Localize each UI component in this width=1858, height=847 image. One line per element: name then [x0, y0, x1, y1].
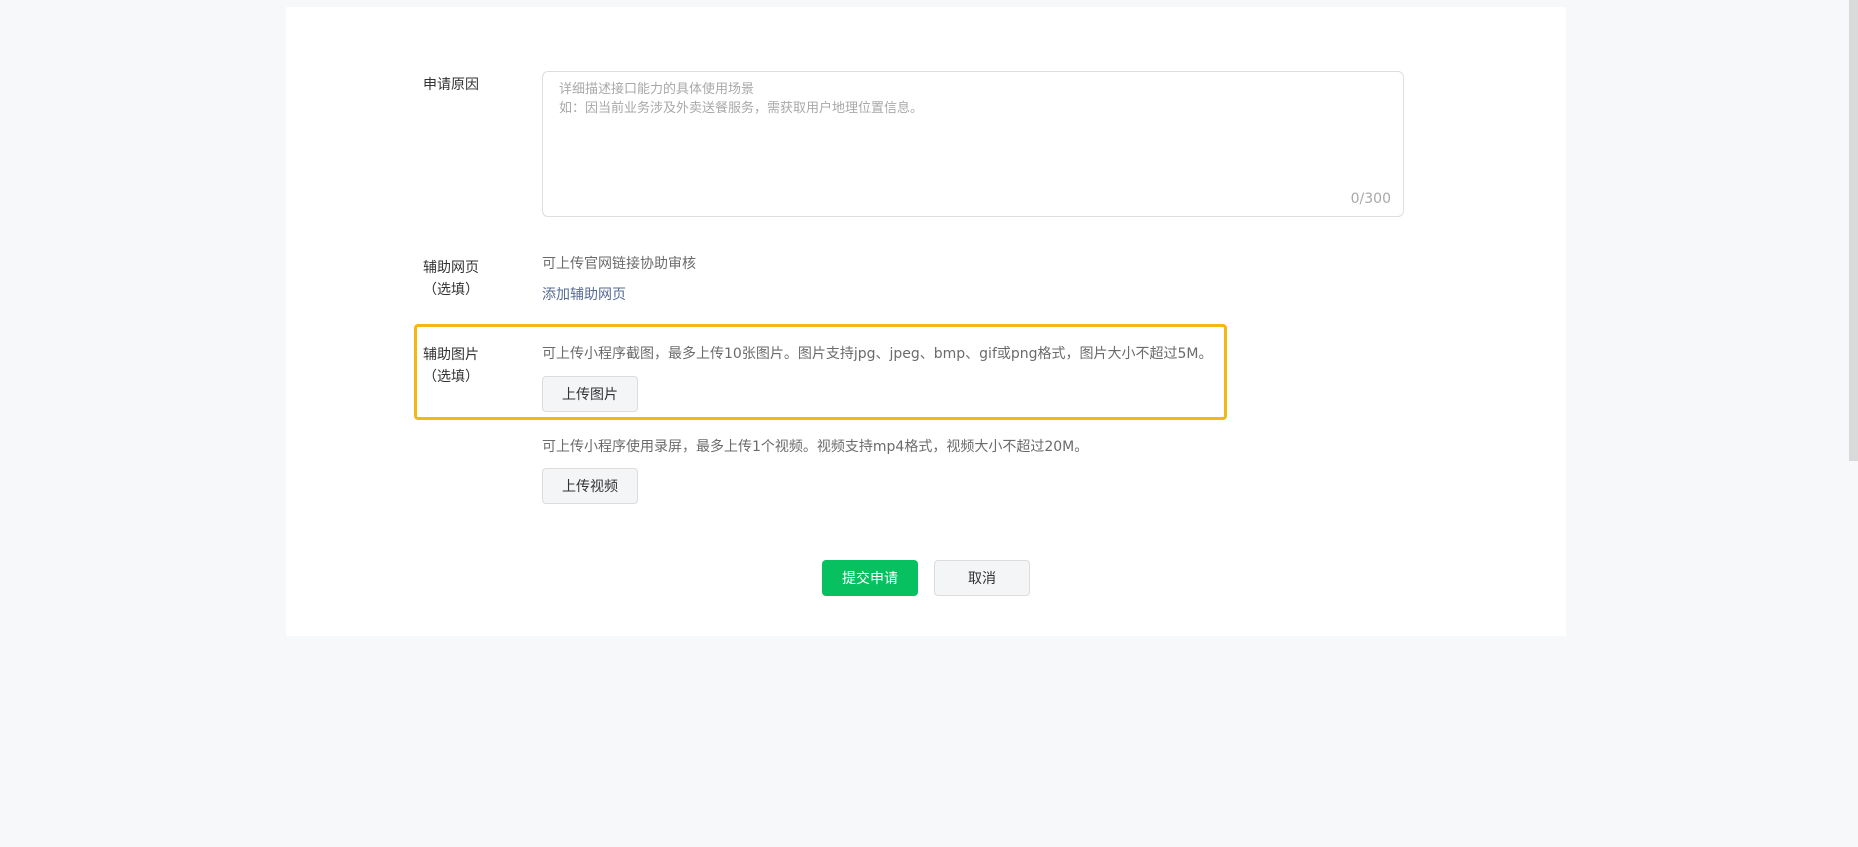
reason-label-text: 申请原因 [423, 77, 479, 93]
highlight-box [414, 324, 1227, 420]
reason-placeholder-line2: 如：因当前业务涉及外卖送餐服务，需获取用户地理位置信息。 [559, 101, 924, 116]
webpage-label-text: 辅助网页 [423, 260, 479, 276]
upload-video-button[interactable]: 上传视频 [542, 468, 638, 504]
vertical-scrollbar[interactable] [1849, 0, 1858, 461]
reason-textarea[interactable]: 详细描述接口能力的具体使用场景 如：因当前业务涉及外卖送餐服务，需获取用户地理位… [542, 71, 1404, 217]
webpage-hint: 可上传官网链接协助审核 [542, 256, 696, 272]
reason-placeholder: 详细描述接口能力的具体使用场景 如：因当前业务涉及外卖送餐服务，需获取用户地理位… [559, 80, 923, 118]
reason-label: 申请原因 [386, 74, 516, 96]
webpage-label: 辅助网页 （选填） [386, 257, 516, 301]
webpage-optional-text: （选填） [423, 282, 479, 298]
video-hint: 可上传小程序使用录屏，最多上传1个视频。视频支持mp4格式，视频大小不超过20M… [542, 439, 1089, 455]
form-card: 申请原因 详细描述接口能力的具体使用场景 如：因当前业务涉及外卖送餐服务，需获取… [286, 7, 1566, 636]
submit-button[interactable]: 提交申请 [822, 560, 918, 596]
add-webpage-link[interactable]: 添加辅助网页 [542, 285, 626, 305]
cancel-button[interactable]: 取消 [934, 560, 1030, 596]
reason-char-counter: 0/300 [1350, 191, 1391, 207]
reason-placeholder-line1: 详细描述接口能力的具体使用场景 [559, 82, 755, 97]
